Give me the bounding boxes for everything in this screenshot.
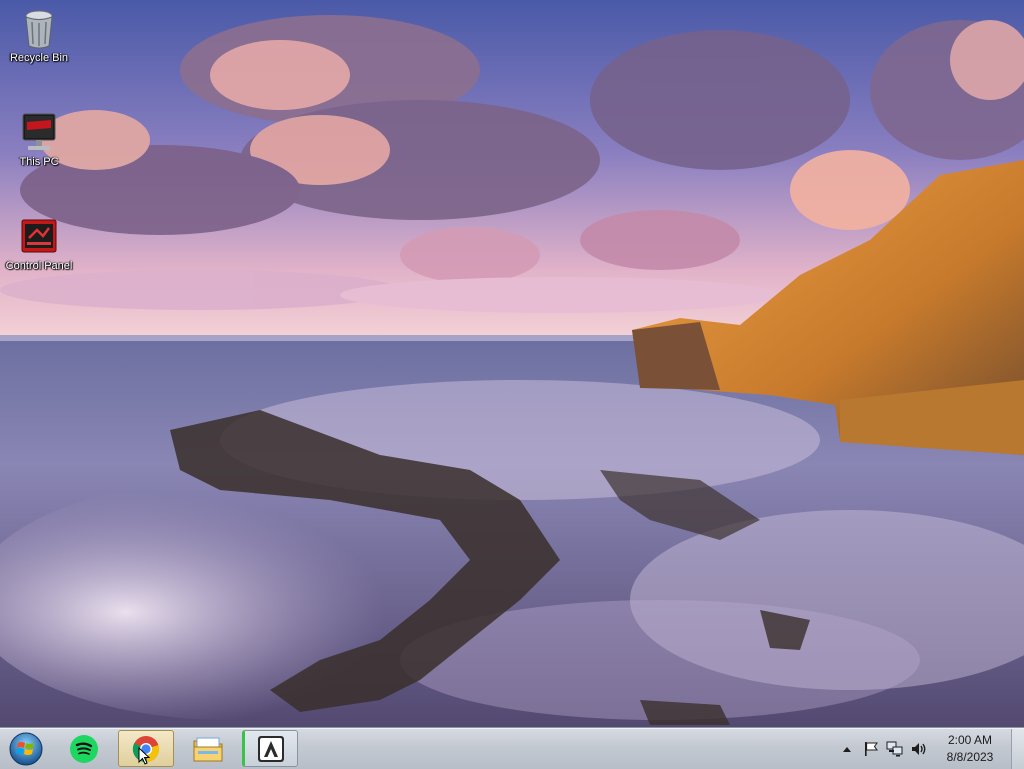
this-pc-icon: [22, 113, 56, 150]
mouse-cursor-icon: [138, 747, 151, 765]
system-tray: 2:00 AM 8/8/2023: [835, 729, 1024, 769]
desktop-icon-label: Recycle Bin: [9, 52, 69, 64]
volume-icon: [912, 743, 926, 755]
clock-time: 2:00 AM: [947, 733, 993, 747]
desktop-icon-control-panel[interactable]: Control Panel: [1, 216, 77, 272]
volume-button[interactable]: [910, 740, 928, 758]
control-panel-icon: [21, 219, 57, 253]
start-button[interactable]: [6, 732, 46, 766]
taskbar-spotify-button[interactable]: [56, 730, 112, 767]
show-hidden-icons-button[interactable]: [838, 740, 856, 758]
action-center-button[interactable]: [862, 740, 880, 758]
desktop-icon-label: Control Panel: [5, 260, 73, 272]
desktop-wallpaper: [0, 0, 1024, 768]
windows-start-orb-icon: [9, 732, 43, 766]
spotify-icon: [70, 734, 98, 763]
taskbar-adobe-reader-button[interactable]: [242, 730, 298, 767]
recycle-bin-icon: [25, 10, 53, 49]
clock-date: 8/8/2023: [946, 750, 994, 764]
show-hidden-icons-icon: [843, 747, 851, 752]
desktop-icon-label: This PC: [19, 156, 59, 168]
show-desktop-button[interactable]: [1011, 729, 1024, 769]
taskbar-chrome-button[interactable]: [118, 730, 174, 767]
file-explorer-icon: [193, 737, 223, 761]
taskbar: 2:00 AM 8/8/2023: [0, 728, 1024, 769]
clock[interactable]: 2:00 AM 8/8/2023: [935, 732, 1005, 766]
desktop-icon-recycle-bin[interactable]: Recycle Bin: [1, 8, 77, 64]
adobe-reader-icon: [258, 735, 284, 762]
desktop-icon-this-pc[interactable]: This PC: [1, 112, 77, 168]
network-button[interactable]: [886, 740, 904, 758]
taskbar-file-explorer-button[interactable]: [180, 730, 236, 767]
network-icon: [886, 741, 903, 757]
action-center-flag-icon: [865, 742, 878, 756]
